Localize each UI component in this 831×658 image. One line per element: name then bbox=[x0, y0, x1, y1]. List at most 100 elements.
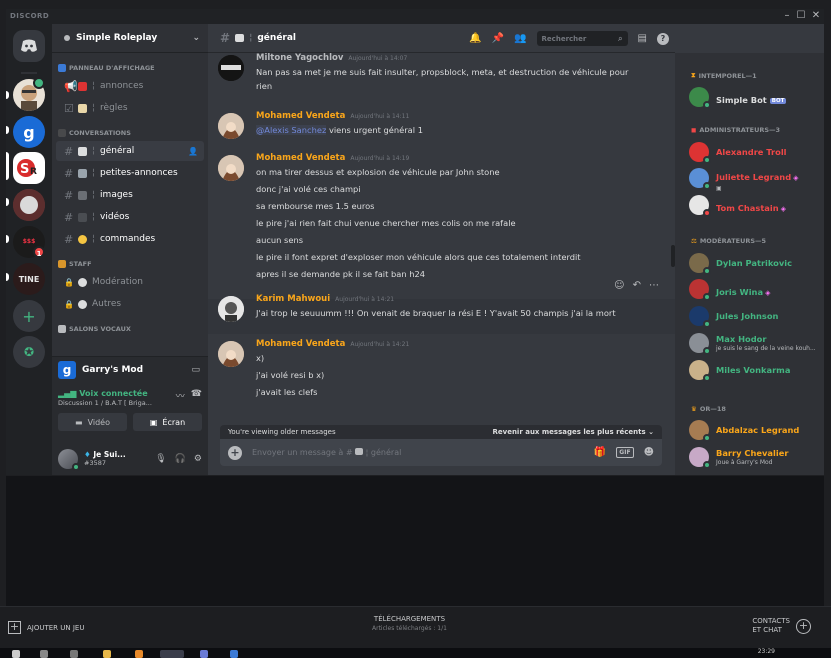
member-item[interactable]: Dylan Patrikovic bbox=[689, 251, 819, 275]
member-item[interactable]: Jules Johnson bbox=[689, 304, 819, 328]
gif-button[interactable]: GIF bbox=[616, 447, 634, 458]
disconnect-icon[interactable]: ☎ bbox=[191, 389, 202, 407]
guild-header[interactable]: Simple Roleplay ⌄ bbox=[52, 24, 208, 53]
more-options-icon[interactable]: ⋯ bbox=[649, 280, 659, 296]
channel-general[interactable]: # ¦ général 👤 bbox=[56, 141, 204, 161]
upload-button[interactable]: + bbox=[228, 445, 242, 460]
add-game-button[interactable]: + AJOUTER UN JEU bbox=[8, 621, 84, 634]
task-view-icon[interactable] bbox=[70, 650, 78, 658]
admin-icon: ◼ bbox=[691, 126, 697, 134]
gear-icon[interactable]: ⚙ bbox=[194, 454, 202, 464]
message-author[interactable]: Mohamed Vendeta Aujourd'hui à 14:19 bbox=[256, 153, 409, 163]
voice-status[interactable]: ▂▄▆ Voix connectée bbox=[58, 389, 170, 398]
nitro-boost-icon: ◈ bbox=[780, 204, 787, 213]
app-icon[interactable] bbox=[135, 650, 143, 658]
avatar[interactable] bbox=[218, 296, 244, 322]
scales-icon: ⚖ bbox=[691, 237, 697, 245]
message-timestamp: Aujourd'hui à 14:21 bbox=[350, 341, 410, 348]
server-icon-community[interactable] bbox=[13, 189, 45, 221]
noise-suppression-icon[interactable]: 〰 bbox=[176, 389, 185, 407]
plus-icon: + bbox=[8, 620, 21, 634]
channel-petites-annonces[interactable]: # ¦ petites-annonces bbox=[56, 163, 204, 183]
hash-icon: # bbox=[64, 210, 74, 224]
server-icon-tine[interactable]: TINE bbox=[13, 263, 45, 295]
close-button[interactable]: ✕ bbox=[809, 10, 823, 21]
microphone-icon[interactable]: 🎙 bbox=[155, 454, 166, 464]
message-author[interactable]: Miltone Yagochlov Aujourd'hui à 14:07 bbox=[256, 53, 407, 63]
voice-location: Discussion 1 / B.A.T [ Briga... bbox=[58, 399, 152, 407]
add-server-button[interactable]: + bbox=[13, 300, 45, 332]
signal-icon: ▂▄▆ bbox=[58, 389, 80, 398]
downloads-button[interactable]: TÉLÉCHARGEMENTS Articles téléchargés : 1… bbox=[372, 615, 447, 632]
contacts-chat-button[interactable]: CONTACTS ET CHAT + bbox=[752, 617, 811, 635]
channel-autres[interactable]: 🔒 Autres bbox=[56, 294, 204, 314]
avatar[interactable] bbox=[58, 448, 80, 471]
chevron-down-icon[interactable]: ⌄ bbox=[192, 33, 200, 43]
headphones-icon[interactable]: 🎧 bbox=[175, 454, 186, 464]
clock[interactable]: 23:29 bbox=[758, 648, 775, 655]
category-panneau[interactable]: PANNEAU D'AFFICHAGE bbox=[52, 61, 208, 75]
search-input[interactable]: Rechercher ⌕ bbox=[536, 31, 628, 46]
member-group-header: ⧗ INTEMPOREL—1 bbox=[691, 71, 757, 80]
message-author[interactable]: Mohamed Vendeta Aujourd'hui à 14:11 bbox=[256, 111, 409, 121]
screen-button[interactable]: ▣ Écran bbox=[133, 413, 202, 431]
reply-icon[interactable]: ↶ bbox=[633, 280, 641, 296]
gift-icon[interactable]: 🎁 bbox=[594, 447, 606, 458]
discord-taskbar-icon[interactable] bbox=[160, 650, 184, 658]
minimize-button[interactable]: – bbox=[780, 10, 794, 21]
avatar[interactable] bbox=[218, 341, 244, 367]
message-author[interactable]: Mohamed Vendeta Aujourd'hui à 14:21 bbox=[256, 339, 409, 349]
svg-text:S: S bbox=[20, 162, 29, 177]
member-item[interactable]: Alexandre Troll bbox=[689, 140, 819, 164]
server-icon-simple-roleplay[interactable]: SR bbox=[13, 152, 45, 184]
avatar[interactable] bbox=[218, 55, 244, 81]
video-button[interactable]: ▬ Vidéo bbox=[58, 413, 127, 431]
channel-regles[interactable]: ☑ ¦ règles bbox=[56, 98, 204, 118]
category-staff[interactable]: STAFF bbox=[52, 257, 208, 271]
channel-divider: ¦ bbox=[249, 33, 253, 43]
message-input[interactable]: Envoyer un message à # ¦ général bbox=[252, 448, 401, 457]
help-icon[interactable]: ? bbox=[657, 32, 669, 45]
member-item[interactable]: Simple Bot BOT bbox=[689, 85, 819, 109]
member-item[interactable]: Juliette Legrand ◈ ▣ bbox=[689, 166, 819, 192]
inbox-icon[interactable]: ▤ bbox=[638, 33, 647, 44]
file-explorer-icon[interactable] bbox=[103, 650, 111, 658]
channel-label: petites-annonces bbox=[100, 168, 178, 178]
channel-videos[interactable]: # ¦ vidéos bbox=[56, 207, 204, 227]
member-item[interactable]: Barry Chevalier Joue à Garry's Mod bbox=[689, 445, 819, 469]
member-item[interactable]: Tom Chastain ◈ bbox=[689, 193, 819, 217]
bell-icon[interactable]: 🔔 bbox=[469, 33, 481, 44]
search-icon[interactable] bbox=[40, 650, 48, 658]
channel-commandes[interactable]: # ¦ commandes bbox=[56, 229, 204, 249]
avatar[interactable] bbox=[218, 113, 244, 139]
avatar[interactable] bbox=[218, 155, 244, 181]
category-vocaux[interactable]: SALONS VOCAUX bbox=[52, 322, 208, 336]
jump-to-present-button[interactable]: Revenir aux messages les plus récents ⌄ bbox=[493, 428, 655, 436]
members-icon[interactable]: 👥 bbox=[514, 33, 526, 44]
channel-moderation[interactable]: 🔒 Modération bbox=[56, 272, 204, 292]
user-mention[interactable]: @Alexis Sanchez bbox=[256, 125, 327, 135]
category-conversations[interactable]: CONVERSATIONS bbox=[52, 126, 208, 140]
windows-start-icon[interactable] bbox=[12, 650, 20, 658]
custom-status: je suis le sang de la veine kouh... bbox=[716, 345, 816, 352]
add-reaction-icon[interactable]: ☺ bbox=[614, 280, 624, 296]
steam-taskbar-icon[interactable] bbox=[230, 650, 238, 658]
member-item[interactable]: Miles Vonkarma bbox=[689, 358, 819, 382]
member-item[interactable]: Abdalzac Legrand bbox=[689, 418, 819, 442]
channel-annonces[interactable]: 📢 ¦ annonces bbox=[56, 76, 204, 96]
member-item[interactable]: Max Hodor je suis le sang de la veine kou… bbox=[689, 331, 819, 355]
add-member-icon[interactable]: 👤 bbox=[188, 147, 198, 156]
pin-icon[interactable]: 📌 bbox=[492, 33, 504, 44]
member-item[interactable]: Joris Wina ◈ bbox=[689, 277, 819, 301]
message-author[interactable]: Karim Mahwoui Aujourd'hui à 14:21 bbox=[256, 294, 394, 304]
emoji-picker-icon[interactable]: ☻ bbox=[644, 447, 654, 458]
home-button[interactable] bbox=[13, 30, 45, 62]
explore-servers-icon[interactable]: ✪ bbox=[13, 336, 45, 368]
app-icon[interactable] bbox=[200, 650, 208, 658]
maximize-button[interactable]: ☐ bbox=[794, 10, 808, 21]
header-toolbar: 🔔 📌 👥 Rechercher ⌕ ▤ ? bbox=[469, 24, 675, 53]
channel-images[interactable]: # ¦ images bbox=[56, 185, 204, 205]
server-icon-garrysmod[interactable]: g bbox=[13, 116, 45, 148]
anime-avatar-icon bbox=[218, 155, 244, 181]
screen-share-icon[interactable]: ▭ bbox=[191, 365, 200, 375]
